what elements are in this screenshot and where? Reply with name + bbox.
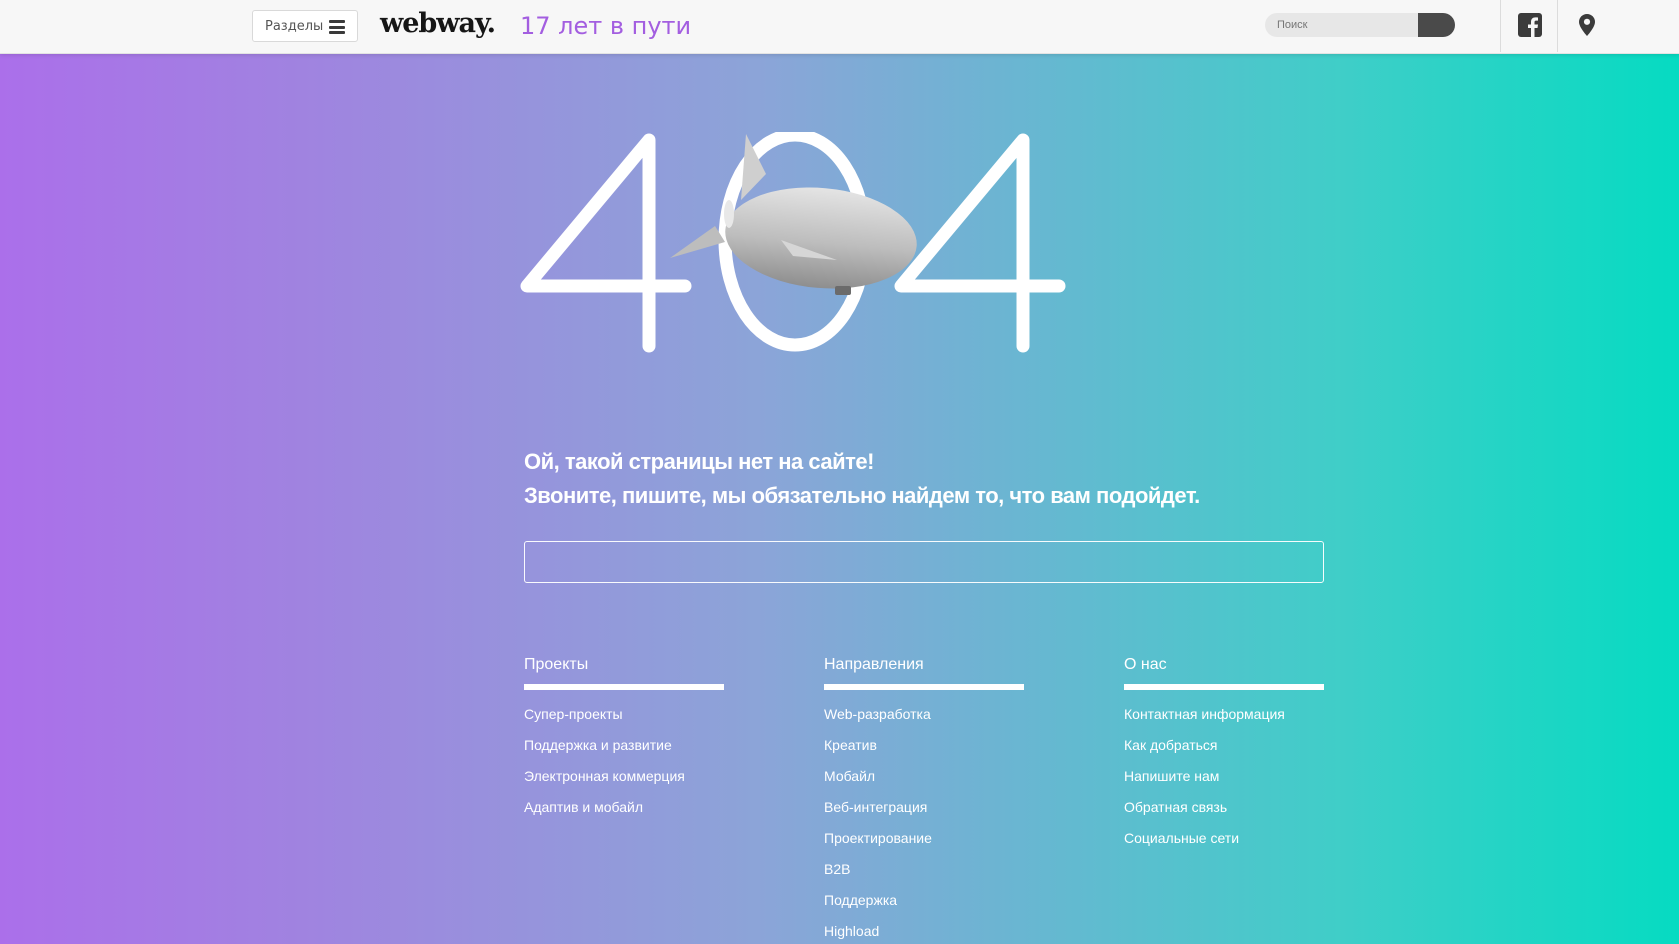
- facebook-icon[interactable]: [1518, 13, 1542, 37]
- footer-column-directions: Направления Web-разработка Креатив Мобай…: [824, 656, 1024, 944]
- logo[interactable]: webway.: [380, 8, 496, 39]
- column-divider: [1124, 684, 1324, 690]
- header-search: [1265, 13, 1455, 37]
- map-pin-icon[interactable]: [1579, 14, 1595, 36]
- footer-link[interactable]: Поддержка: [824, 892, 1024, 923]
- footer-link[interactable]: Креатив: [824, 737, 1024, 768]
- footer-link[interactable]: Highload: [824, 923, 1024, 944]
- footer-link[interactable]: Мобайл: [824, 768, 1024, 799]
- footer-column-projects: Проекты Супер-проекты Поддержка и развит…: [524, 656, 724, 830]
- column-divider: [524, 684, 724, 690]
- column-divider: [824, 684, 1024, 690]
- header-divider: [1500, 0, 1501, 52]
- footer-link[interactable]: Как добраться: [1124, 737, 1324, 768]
- tagline: 17 лет в пути: [520, 12, 692, 40]
- footer-link[interactable]: Напишите нам: [1124, 768, 1324, 799]
- footer-column-title: Проекты: [524, 656, 589, 673]
- footer-link[interactable]: Веб-интеграция: [824, 799, 1024, 830]
- footer-link[interactable]: Контактная информация: [1124, 706, 1324, 737]
- page-search-input[interactable]: [524, 541, 1324, 583]
- footer-link[interactable]: Обратная связь: [1124, 799, 1324, 830]
- footer-link[interactable]: B2B: [824, 861, 1024, 892]
- footer-column-title: Направления: [824, 656, 924, 673]
- error-page-body: 404 Ой, такой страницы нет на сайте! Зво…: [0, 54, 1679, 944]
- footer-column-title: О нас: [1124, 656, 1167, 673]
- footer-link[interactable]: Проектирование: [824, 830, 1024, 861]
- sections-menu-label: Разделы: [265, 18, 324, 34]
- footer-link[interactable]: Поддержка и развитие: [524, 737, 724, 768]
- footer-link[interactable]: Адаптив и мобайл: [524, 799, 724, 830]
- header-search-input[interactable]: [1265, 13, 1418, 37]
- footer-column-about: О нас Контактная информация Как добратьс…: [1124, 656, 1324, 861]
- footer-link[interactable]: Супер-проекты: [524, 706, 724, 737]
- airship-image: [670, 134, 917, 295]
- footer-link[interactable]: Социальные сети: [1124, 830, 1324, 861]
- top-header: Разделы webway. 17 лет в пути: [0, 0, 1679, 54]
- error-code-illustration: 404: [520, 132, 1066, 353]
- menu-icon: [329, 20, 345, 34]
- error-message-subtitle: Звоните, пишите, мы обязательно найдем т…: [524, 483, 1200, 508]
- error-message-title: Ой, такой страницы нет на сайте!: [524, 449, 874, 474]
- header-divider: [1557, 0, 1558, 52]
- footer-link[interactable]: Web-разработка: [824, 706, 1024, 737]
- footer-link[interactable]: Электронная коммерция: [524, 768, 724, 799]
- sections-menu-button[interactable]: Разделы: [252, 10, 358, 42]
- search-icon[interactable]: [1418, 13, 1455, 37]
